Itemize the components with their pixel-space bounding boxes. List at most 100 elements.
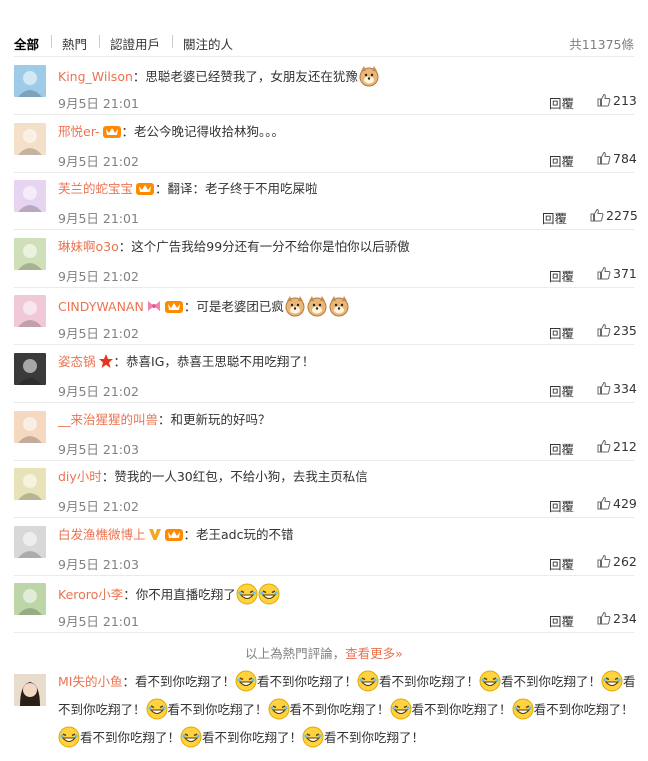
comment-username[interactable]: 邢悦er- [58,124,100,139]
laughing-emoji-icon [390,698,412,720]
comment-username[interactable]: 白发渔樵微博上 [58,527,146,542]
avatar[interactable] [14,65,46,97]
avatar[interactable] [14,468,46,501]
comment-username[interactable]: __来治猩猩的叫兽 [58,412,158,427]
avatar[interactable] [14,525,46,558]
laughing-emoji-icon [357,670,379,692]
last-comment: MI失的小鱼：看不到你吃翔了！ 看不到你吃翔了！ 看不到你吃翔了！ 看不到你吃翔了！ 看… [58,668,638,752]
comment-text: 看不到你吃翔了！ [379,674,480,689]
comment-timestamp: 9月5日 21:02 [58,384,139,399]
thumbs-up-icon [597,554,611,568]
reply-button[interactable]: 回覆 [549,381,574,400]
like-button[interactable]: 213 [597,93,637,108]
like-count: 212 [613,438,637,454]
comment-timestamp: 9月5日 21:03 [58,441,139,457]
comment-line: CINDYWANAN ：可是老婆团已疯 [58,295,350,319]
like-count: 429 [613,496,637,512]
comment-username[interactable]: CINDYWANAN [58,299,144,314]
comment-text: 看不到你吃翔了！ [202,730,303,745]
comment-timestamp: 9月5日 21:02 [58,153,139,169]
comment-line: 芙兰的蛇宝宝 ：翻译：老子终于不用吃屎啦 [58,180,318,201]
view-more-link[interactable]: 查看更多» [345,646,403,661]
star-icon [98,353,114,374]
doge-emoji-icon [328,295,350,317]
comment-text: ：和更新玩的好吗？ [158,411,271,427]
avatar[interactable] [14,410,46,443]
tab-divider [51,35,52,48]
laughing-emoji-icon [512,698,534,720]
tab-all[interactable]: 全部 [14,34,39,53]
reply-button[interactable]: 回覆 [549,266,574,285]
comment-text: ：你不用直播吃翔了 [123,587,236,603]
comment-item: 邢悦er- ：老公今晚记得收拾林狗。。。 9月5日 21:02 回覆 784 [0,115,648,173]
comment-timestamp: 9月5日 21:01 [58,211,139,227]
laughing-emoji-icon [268,698,290,720]
comment-item: diy小时：赞我的一人30红包，不给小狗，去我主页私信 9月5日 21:02 回覆 4… [0,460,648,519]
vip-crown-icon [135,180,155,201]
thumbs-up-icon [597,381,611,395]
like-button[interactable]: 262 [597,554,637,569]
like-button[interactable]: 334 [597,381,637,396]
avatar[interactable] [14,353,46,385]
comment-item: CINDYWANAN ：可是老婆团已疯 9月5日 21:02 回覆 235 [0,287,648,346]
comment-text: ：可是老婆团已疯 [183,299,284,315]
avatar[interactable] [14,237,46,270]
laughing-emoji-icon [479,670,501,692]
comment-text: ：这个广告我给99分还有一分不给你是怕你以后骄傲 [118,238,410,254]
comment-text: ：思聪老婆已经赞我了，女朋友还在犹豫 [132,69,358,84]
comment-item: 芙兰的蛇宝宝 ：翻译：老子终于不用吃屎啦 9月5日 21:01 回覆 2275 [0,172,648,231]
comment-username[interactable]: King_Wilson [58,69,133,84]
laughing-emoji-icon [258,583,280,605]
comment-username[interactable]: 姿态锅 [58,354,96,369]
reply-button[interactable]: 回覆 [542,208,567,227]
reply-button[interactable]: 回覆 [549,151,574,170]
comment-text: 看不到你吃翔了！ [501,674,602,689]
comment-username[interactable]: MI失的小鱼 [58,674,122,689]
comment-line: King_Wilson：思聪老婆已经赞我了，女朋友还在犹豫 [58,65,380,87]
reply-button[interactable]: 回覆 [549,93,574,112]
doge-emoji-icon [284,295,306,317]
thumbs-up-icon [597,93,611,107]
like-count: 2275 [606,208,638,224]
reply-button[interactable]: 回覆 [549,611,574,630]
avatar[interactable] [14,180,46,213]
tab-verified[interactable]: 認證用戶 [110,34,160,53]
thumbs-up-icon [597,497,611,510]
tab-hot[interactable]: 熱門 [62,34,87,53]
like-count: 262 [613,553,637,569]
like-button[interactable]: 235 [597,323,637,338]
comment-item: Keroro小李：你不用直播吃翔了 9月5日 21:01 回覆 234 [0,575,648,634]
comment-username[interactable]: Keroro小李 [58,587,123,602]
avatar[interactable] [14,674,46,706]
reply-button[interactable]: 回覆 [549,323,574,342]
avatar[interactable] [14,122,46,155]
reply-button[interactable]: 回覆 [549,496,574,515]
vip-crown-icon [102,123,122,144]
comment-username[interactable]: 芙兰的蛇宝宝 [58,181,133,196]
avatar[interactable] [14,295,46,328]
comment-line: diy小时：赞我的一人30红包，不给小狗，去我主页私信 [58,468,368,486]
tab-divider [172,35,173,48]
comment-timestamp: 9月5日 21:02 [58,268,139,284]
reply-button[interactable]: 回覆 [549,554,574,573]
comment-text: ：老王adc玩的不错 [183,526,294,542]
like-button[interactable]: 371 [597,266,637,281]
comment-username[interactable]: diy小时 [58,469,102,484]
like-button[interactable]: 234 [597,611,637,626]
divider [14,632,634,634]
comment-timestamp: 9月5日 21:02 [58,499,139,515]
like-button[interactable]: 429 [597,496,637,511]
like-button[interactable]: 212 [597,439,637,454]
hot-comments-footer: 以上為熱門評論，查看更多» [0,643,648,662]
comment-timestamp: 9月5日 21:01 [58,614,139,630]
like-button[interactable]: 2275 [590,208,638,223]
like-count: 234 [613,611,637,627]
hot-comments-note: 以上為熱門評論， [245,646,346,661]
thumbs-up-icon [597,151,611,165]
avatar[interactable] [14,583,46,616]
comment-username[interactable]: 琳妹啊o3o [58,239,119,254]
reply-button[interactable]: 回覆 [549,439,574,458]
like-button[interactable]: 784 [597,151,637,166]
tab-following[interactable]: 關注的人 [183,34,233,53]
comment-line: 姿态锅 ：恭喜IG，恭喜王思聪不用吃翔了！ [58,353,314,374]
